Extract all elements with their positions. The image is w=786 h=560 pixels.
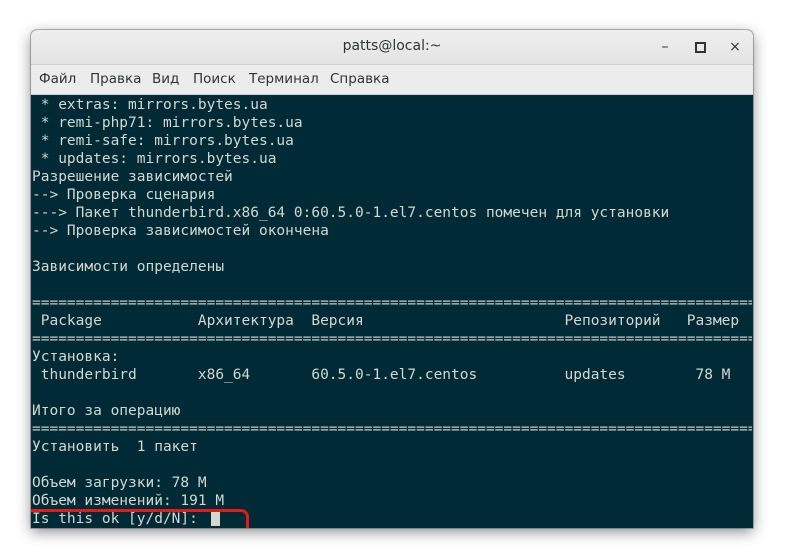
menu-file[interactable]: Файл: [39, 71, 76, 87]
title-bar[interactable]: patts@local:~ – ×: [31, 30, 753, 65]
menu-terminal[interactable]: Терминал: [249, 71, 319, 87]
minimize-button[interactable]: –: [653, 36, 677, 58]
menu-bar: Файл Правка Вид Поиск Терминал Справка: [31, 65, 753, 95]
terminal-line: Установка:: [32, 349, 120, 365]
terminal-line: Итого за операцию: [32, 403, 181, 419]
terminal-line: Зависимости определены: [32, 259, 225, 275]
terminal-line: * extras: mirrors.bytes.ua: [32, 97, 268, 113]
terminal-line: Разрешение зависимостей: [32, 169, 233, 185]
terminal-line: ---> Пакет thunderbird.x86_64 0:60.5.0-1…: [32, 205, 670, 221]
menu-edit[interactable]: Правка: [90, 71, 141, 87]
close-button[interactable]: ×: [723, 36, 747, 58]
menu-help[interactable]: Справка: [330, 71, 389, 87]
table-row: thunderbird x86_64 60.5.0-1.el7.centos u…: [32, 367, 731, 383]
maximize-button[interactable]: [688, 36, 712, 58]
terminal-line: --> Проверка зависимостей окончена: [32, 223, 329, 239]
separator-line: ========================================…: [32, 421, 752, 437]
menu-search[interactable]: Поиск: [193, 71, 236, 87]
maximize-icon: [694, 42, 706, 53]
table-header: Package Архитектура Версия Репозиторий Р…: [32, 313, 740, 329]
terminal-line: --> Проверка сценария: [32, 187, 216, 203]
terminal-line: * remi-safe: mirrors.bytes.ua: [32, 133, 294, 149]
window-title: patts@local:~: [342, 38, 442, 54]
terminal-window: patts@local:~ – × Файл Правка Вид Поиск …: [31, 30, 753, 528]
terminal-line: * updates: mirrors.bytes.ua: [32, 151, 277, 167]
terminal-line: Объем загрузки: 78 M: [32, 475, 207, 491]
separator-line: ========================================…: [32, 295, 752, 311]
terminal-line: Объем изменений: 191 M: [32, 493, 225, 509]
terminal-line: * remi-php71: mirrors.bytes.ua: [32, 115, 303, 131]
terminal-output[interactable]: * extras: mirrors.bytes.ua * remi-php71:…: [31, 96, 753, 528]
separator-line: ========================================…: [32, 331, 752, 347]
menu-view[interactable]: Вид: [152, 71, 179, 87]
prompt-highlight: [31, 509, 249, 528]
terminal-line: Установить 1 пакет: [32, 439, 198, 455]
